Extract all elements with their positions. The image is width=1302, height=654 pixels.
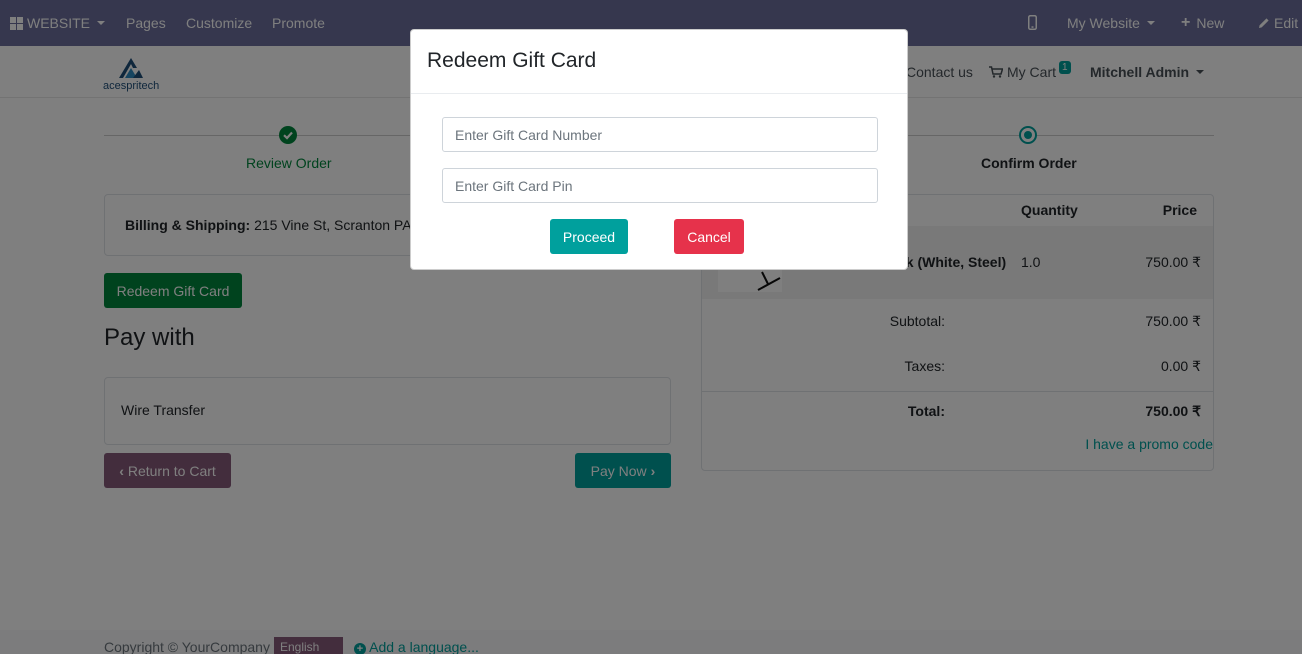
gift-card-number-input[interactable] (442, 117, 878, 152)
proceed-button[interactable]: Proceed (550, 219, 628, 254)
gift-card-pin-input[interactable] (442, 168, 878, 203)
cancel-button[interactable]: Cancel (674, 219, 744, 254)
redeem-gift-card-modal: Redeem Gift Card Proceed Cancel (410, 29, 908, 270)
modal-header: Redeem Gift Card (411, 30, 907, 94)
modal-title: Redeem Gift Card (427, 49, 597, 72)
